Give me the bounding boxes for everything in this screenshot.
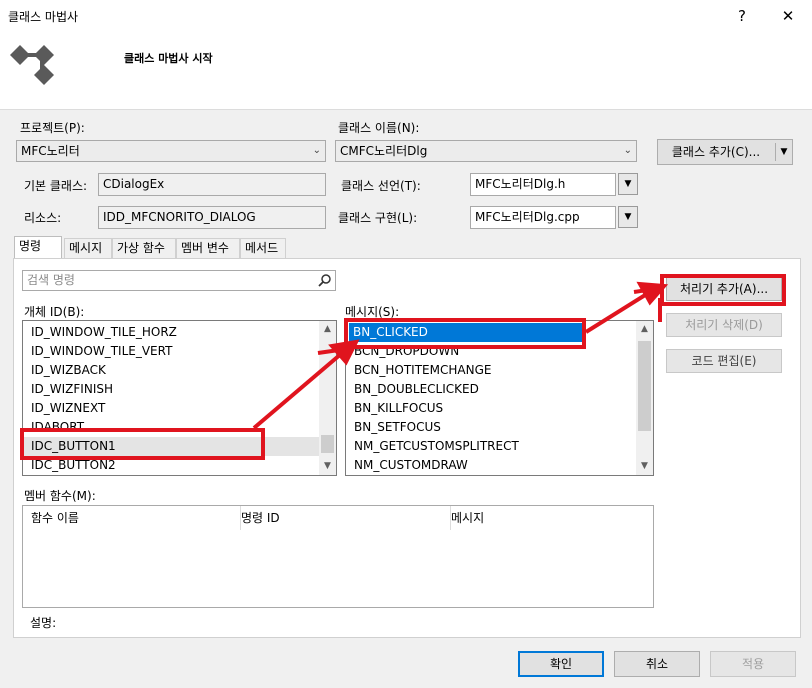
- annotation-arrows: [252, 281, 669, 430]
- arrow-line-3: [584, 290, 652, 334]
- arrow-line-1: [252, 346, 350, 430]
